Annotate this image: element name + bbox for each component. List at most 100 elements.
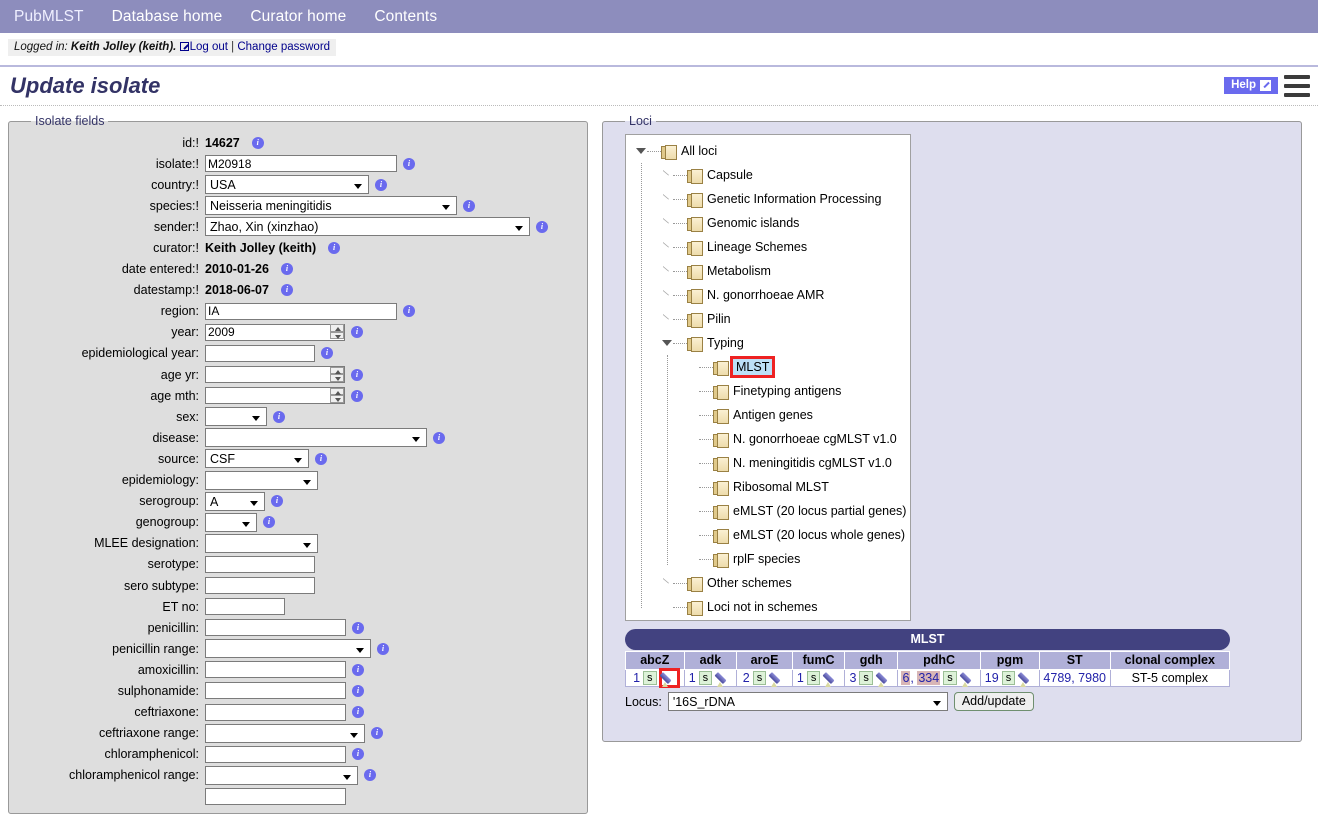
edit-pencil-icon[interactable] (961, 671, 977, 687)
field-serogroup-select[interactable]: A (205, 491, 265, 511)
allele-value[interactable]: 1 (633, 671, 640, 685)
tree-item-n-gonorrhoeae-amr[interactable]: N. gonorrhoeae AMR (626, 283, 910, 307)
tree-item-all-loci[interactable]: All loci (626, 139, 910, 163)
field-genogroup-select[interactable] (205, 512, 257, 532)
tree-item-typing[interactable]: Typing (626, 331, 910, 355)
field-amoxicillin-input[interactable] (205, 661, 346, 679)
allele-value[interactable]: 19 (985, 671, 999, 685)
sequence-badge[interactable]: s (806, 671, 821, 685)
info-icon[interactable]: i (463, 199, 475, 212)
info-icon[interactable]: i (271, 495, 283, 508)
sequence-badge[interactable]: s (859, 671, 873, 685)
nav-pubmlst[interactable]: PubMLST (14, 8, 84, 26)
edit-pencil-icon[interactable] (658, 668, 680, 688)
info-icon[interactable]: i (251, 136, 264, 149)
info-icon[interactable]: i (351, 389, 363, 402)
tree-item-ribosomal-mlst[interactable]: Ribosomal MLST (626, 475, 910, 499)
spin-up-icon[interactable] (330, 387, 344, 396)
info-icon[interactable]: i (280, 284, 293, 297)
info-icon[interactable]: i (403, 157, 415, 170)
field-ceftriaxone-range-select[interactable] (205, 723, 365, 743)
spin-down-icon[interactable] (330, 374, 344, 382)
expand-arrow-icon[interactable] (660, 217, 673, 230)
field-country-select[interactable]: USA (205, 175, 369, 195)
allele-value[interactable]: 1 (797, 671, 804, 685)
info-icon[interactable]: i (263, 516, 275, 529)
tree-item-emlst-partial[interactable]: eMLST (20 locus partial genes) (626, 499, 910, 523)
field-sulphonamide-input[interactable] (205, 682, 346, 700)
info-icon[interactable]: i (536, 220, 548, 233)
field-year-input[interactable] (205, 323, 345, 341)
expand-arrow-icon[interactable] (660, 193, 673, 206)
field-sender-select[interactable]: Zhao, Xin (xinzhao) (205, 217, 530, 237)
field-epidemiological-year-input[interactable] (205, 344, 315, 362)
info-icon[interactable]: i (375, 178, 387, 191)
expand-arrow-icon[interactable] (660, 265, 673, 278)
field-age-yr-stepper[interactable] (205, 366, 345, 384)
tree-item-mlst[interactable]: MLST (626, 355, 910, 379)
nav-curator-home[interactable]: Curator home (250, 8, 346, 26)
info-icon[interactable]: i (352, 621, 364, 634)
info-icon[interactable]: i (433, 431, 445, 444)
spin-down-icon[interactable] (330, 395, 344, 403)
field-epidemiology-select[interactable] (205, 470, 318, 490)
locus-select[interactable]: '16S_rDNA (667, 692, 948, 711)
expand-arrow-icon[interactable] (660, 577, 673, 590)
field-ceftriaxone-input[interactable] (205, 703, 346, 721)
change-password-link[interactable]: Change password (237, 41, 330, 53)
info-icon[interactable]: i (352, 663, 364, 676)
info-icon[interactable]: i (273, 410, 285, 423)
field-penicillin-range-select[interactable] (205, 639, 371, 659)
field-year-spin-buttons[interactable] (330, 324, 344, 340)
sequence-badge[interactable]: s (1001, 671, 1016, 685)
help-button[interactable]: Help (1224, 77, 1278, 94)
field-chloramphenicol-range-select[interactable] (205, 765, 358, 785)
tree-item-n-gonorrhoeae-cgmlst[interactable]: N. gonorrhoeae cgMLST v1.0 (626, 427, 910, 451)
spin-down-icon[interactable] (330, 331, 344, 340)
logout-link[interactable]: Log out (190, 41, 228, 53)
allele-value[interactable]: 334 (917, 671, 941, 685)
edit-pencil-icon[interactable] (1020, 671, 1035, 687)
info-icon[interactable]: i (352, 684, 364, 697)
info-icon[interactable]: i (364, 769, 376, 782)
nav-database-home[interactable]: Database home (112, 8, 223, 26)
tree-item-loci-not-in-schemes[interactable]: Loci not in schemes (626, 595, 910, 619)
expand-arrow-icon[interactable] (660, 313, 673, 326)
spin-up-icon[interactable] (330, 324, 344, 332)
loci-tree[interactable]: All loci Capsule Genetic Information Proce… (625, 134, 911, 621)
info-icon[interactable]: i (321, 347, 333, 360)
field-chloramphenicol-input[interactable] (205, 745, 346, 763)
expand-arrow-icon[interactable] (660, 169, 673, 182)
edit-pencil-icon[interactable] (771, 671, 786, 687)
tree-item-genetic-information-processing[interactable]: Genetic Information Processing (626, 187, 910, 211)
info-icon[interactable]: i (280, 263, 293, 276)
allele-value[interactable]: 3 (849, 671, 856, 685)
tree-item-capsule[interactable]: Capsule (626, 163, 910, 187)
info-icon[interactable]: i (351, 326, 363, 339)
field-mlee-designation-select[interactable] (205, 533, 318, 553)
tree-item-antigen-genes[interactable]: Antigen genes (626, 403, 910, 427)
info-icon[interactable]: i (328, 242, 341, 255)
sequence-badge[interactable]: s (643, 671, 657, 685)
tree-item-emlst-whole[interactable]: eMLST (20 locus whole genes) (626, 523, 910, 547)
field-age-mth-stepper[interactable] (205, 387, 345, 405)
field-age-mth-spin-buttons[interactable] (330, 387, 344, 403)
field-sex-select[interactable] (205, 407, 267, 427)
tree-item-genomic-islands[interactable]: Genomic islands (626, 211, 910, 235)
info-icon[interactable]: i (351, 368, 363, 381)
spin-up-icon[interactable] (330, 366, 344, 375)
field-source-select[interactable]: CSF (205, 449, 309, 469)
field-sero-subtype-input[interactable] (205, 577, 315, 595)
info-icon[interactable]: i (315, 452, 327, 465)
info-icon[interactable]: i (371, 727, 383, 740)
field-penicillin-input[interactable] (205, 619, 346, 637)
sequence-badge[interactable]: s (698, 671, 713, 685)
field-age-yr-spin-buttons[interactable] (330, 366, 344, 382)
tree-item-lineage-schemes[interactable]: Lineage Schemes (626, 235, 910, 259)
field-disease-select[interactable] (205, 428, 427, 448)
field-region-input[interactable] (205, 302, 397, 320)
tree-item-pilin[interactable]: Pilin (626, 307, 910, 331)
allele-value[interactable]: 2 (743, 671, 750, 685)
edit-pencil-icon[interactable] (877, 671, 893, 687)
field-age-mth-input[interactable] (205, 387, 345, 405)
